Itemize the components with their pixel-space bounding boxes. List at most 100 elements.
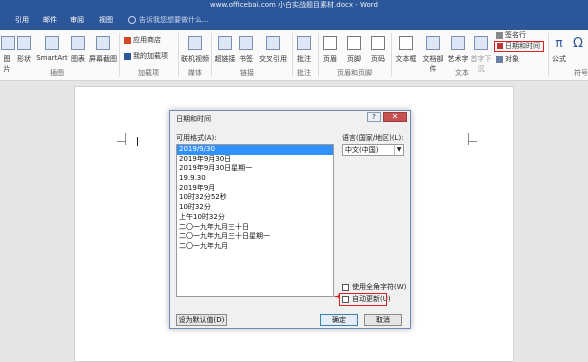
cross-reference-icon xyxy=(266,36,280,50)
group-label-text: 文本 xyxy=(455,69,469,77)
format-item[interactable]: 二〇一九年九月 xyxy=(177,242,333,252)
hyperlink-button[interactable]: 超链接 xyxy=(214,36,236,64)
format-item[interactable]: 10时32分52秒 xyxy=(177,193,333,203)
store-label: 应用商店 xyxy=(133,36,161,44)
symbol-button[interactable]: Ω xyxy=(570,36,586,51)
format-item[interactable]: 19.9.30 xyxy=(177,174,333,184)
group-label-illustrations: 插图 xyxy=(50,69,64,77)
online-video-button[interactable]: 联机视频 xyxy=(181,36,209,64)
footer-button[interactable]: 页脚 xyxy=(345,36,363,64)
object-icon xyxy=(496,55,503,63)
margin-crop-mark xyxy=(125,133,126,145)
language-label: 语言(国家/地区)(L): xyxy=(342,134,404,142)
format-item[interactable]: 上午10时32分 xyxy=(177,213,333,223)
shapes-button[interactable]: 形状 xyxy=(14,36,34,64)
format-item[interactable]: 2019年9月 xyxy=(177,184,333,194)
tell-me-search[interactable]: 告诉我您想要做什么... xyxy=(128,13,209,27)
available-formats-label: 可用格式(A): xyxy=(176,134,217,142)
addins-icon xyxy=(124,52,131,60)
header-button[interactable]: 页眉 xyxy=(321,36,339,64)
page-number-button[interactable]: 页码 xyxy=(369,36,387,64)
pi-icon: π xyxy=(555,36,563,50)
group-separator xyxy=(211,33,212,77)
quick-parts-button[interactable]: 文档部件 xyxy=(420,36,446,74)
language-value: 中文(中国) xyxy=(345,146,379,154)
group-separator xyxy=(548,33,549,77)
comment-icon xyxy=(297,36,311,50)
window-title: www.officebai.com 小白实战题目素材.docx - Word xyxy=(210,1,378,9)
text-cursor xyxy=(137,137,138,146)
quick-parts-label: 文档部件 xyxy=(422,55,444,73)
date-time-dialog: 日期和时间 ? ✕ 可用格式(A): 2019/9/30 2019年9月30日 … xyxy=(169,110,411,329)
group-label-addins: 加载项 xyxy=(138,69,159,77)
smartart-icon xyxy=(45,36,59,50)
bookmark-button[interactable]: 书签 xyxy=(238,36,254,64)
screenshot-label: 屏幕截图 xyxy=(89,55,117,63)
signature-icon xyxy=(496,31,503,39)
wordart-button[interactable]: 艺术字 xyxy=(447,36,469,64)
group-separator xyxy=(391,33,392,77)
tab-references[interactable]: 引用 xyxy=(12,10,32,30)
equation-button[interactable]: π 公式 xyxy=(551,36,567,64)
textbox-button[interactable]: 文本框 xyxy=(393,36,419,64)
page-number-icon xyxy=(371,36,385,50)
cross-reference-button[interactable]: 交叉引用 xyxy=(256,36,290,64)
set-default-button[interactable]: 设为默认值(D) xyxy=(176,314,227,326)
signature-line-button[interactable]: 签名行 xyxy=(496,30,526,40)
link-icon xyxy=(218,36,232,50)
format-item[interactable]: 10时32分 xyxy=(177,203,333,213)
help-button[interactable]: ? xyxy=(367,112,381,122)
omega-icon: Ω xyxy=(573,36,583,51)
tab-view[interactable]: 视图 xyxy=(96,10,116,30)
full-width-checkbox[interactable]: 使用全角字符(W) xyxy=(342,283,406,292)
chart-button[interactable]: 图表 xyxy=(69,36,87,64)
group-label-header-footer: 页眉和页脚 xyxy=(337,69,372,77)
footer-icon xyxy=(347,36,361,50)
format-item[interactable]: 2019/9/30 xyxy=(177,145,333,155)
ok-button[interactable]: 确定 xyxy=(320,314,358,326)
group-label-media: 媒体 xyxy=(188,69,202,77)
picture-label: 图片 xyxy=(3,55,11,73)
format-item[interactable]: 2019年9月30日星期一 xyxy=(177,164,333,174)
my-addins-button[interactable]: 我的加载项 xyxy=(124,51,168,61)
signature-line-label: 签名行 xyxy=(505,31,526,39)
bookmark-label: 书签 xyxy=(239,55,253,63)
tab-review[interactable]: 审阅 xyxy=(67,10,87,30)
screenshot-button[interactable]: 屏幕截图 xyxy=(88,36,118,64)
checkbox-box[interactable] xyxy=(342,283,349,291)
shapes-icon xyxy=(17,36,31,50)
header-icon xyxy=(323,36,337,50)
format-item[interactable]: 二〇一九年九月三十日 xyxy=(177,223,333,233)
date-time-label: 日期和时间 xyxy=(505,42,540,50)
hyperlink-label: 超链接 xyxy=(214,55,236,63)
store-button[interactable]: 应用商店 xyxy=(124,35,161,45)
group-separator xyxy=(292,33,293,77)
object-label: 对象 xyxy=(505,55,519,63)
format-item[interactable]: 2019年9月30日 xyxy=(177,155,333,165)
tell-me-text: 告诉我您想要做什么... xyxy=(139,16,209,24)
dialog-title: 日期和时间 xyxy=(176,115,211,123)
cancel-button[interactable]: 取消 xyxy=(364,314,402,326)
smartart-button[interactable]: SmartArt xyxy=(36,36,68,62)
comment-button[interactable]: 批注 xyxy=(295,36,313,64)
picture-button[interactable]: 图片 xyxy=(1,36,15,74)
comment-label: 批注 xyxy=(297,55,311,63)
calendar-icon xyxy=(497,43,503,49)
title-bar: www.officebai.com 小白实战题目素材.docx - Word xyxy=(0,0,588,10)
header-label: 页眉 xyxy=(323,55,337,63)
language-select[interactable]: 中文(中国) ▼ xyxy=(342,144,404,156)
dropdown-arrow-icon[interactable]: ▼ xyxy=(394,145,403,155)
tab-mailings[interactable]: 邮件 xyxy=(40,10,60,30)
group-separator xyxy=(178,33,179,77)
dropcap-button[interactable]: 首字下沉 xyxy=(469,36,493,74)
lightbulb-icon xyxy=(128,16,136,24)
margin-crop-mark xyxy=(117,141,126,142)
online-video-label: 联机视频 xyxy=(181,55,209,63)
available-formats-list[interactable]: 2019/9/30 2019年9月30日 2019年9月30日星期一 19.9.… xyxy=(176,144,334,297)
close-button[interactable]: ✕ xyxy=(383,112,407,122)
format-item[interactable]: 二〇一九年九月三十日星期一 xyxy=(177,232,333,242)
object-button[interactable]: 对象 xyxy=(496,54,519,64)
full-width-label: 使用全角字符(W) xyxy=(352,283,407,291)
date-time-button[interactable]: 日期和时间 xyxy=(494,41,544,52)
my-addins-label: 我的加载项 xyxy=(133,52,168,60)
